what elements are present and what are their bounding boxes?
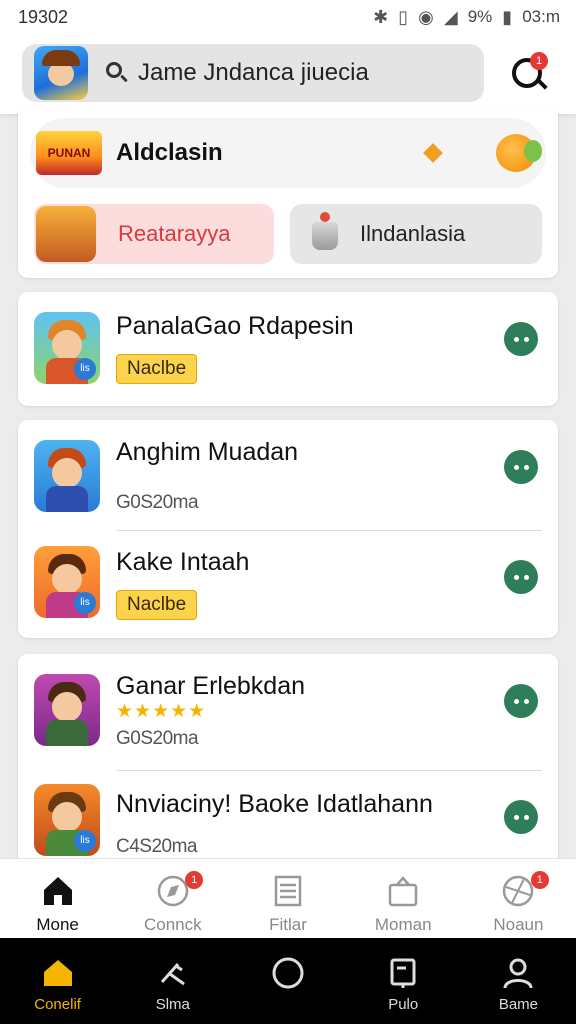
search-icon (106, 62, 128, 84)
wifi-icon: ◉ (418, 6, 434, 27)
game-card: Anghim Muadan G0S20ma lis Kake Intaah Na… (18, 420, 558, 638)
diamond-icon (423, 143, 443, 163)
status-clock: 03:m (522, 7, 560, 26)
search-input[interactable]: Jame Jndanca jiuecia (138, 59, 369, 87)
sys-item-bame[interactable]: Bame (461, 938, 576, 1024)
vibrate-icon: ▯ (398, 6, 409, 27)
search-bar[interactable]: Jame Jndanca jiuecia (22, 44, 484, 102)
nav-item-moman[interactable]: Moman (346, 859, 461, 938)
game-badge: lis (74, 830, 96, 852)
battery-percent: 9% (467, 7, 493, 26)
sys-label: Bame (498, 996, 538, 1013)
more-button[interactable] (504, 450, 538, 484)
promo-banner[interactable]: PUNAN Aldclasin (30, 118, 546, 188)
person-icon (503, 958, 533, 989)
nav-label: Connck (143, 915, 202, 934)
nav-label: Fitlar (269, 915, 307, 934)
game-card: lis PanalaGao Rdapesin Naclbe (18, 292, 558, 406)
game-title: Anghim Muadan (116, 438, 299, 466)
mascot-icon (496, 134, 542, 172)
nav-item-noaun[interactable]: 1 Noaun (461, 859, 576, 938)
category-button-left[interactable]: Reatarayya (34, 204, 274, 264)
signal-icon: ◢ (443, 6, 458, 27)
list-item[interactable]: Ganar Erlebkdan ★★★★★ G0S20ma (18, 654, 558, 772)
list-item[interactable]: Anghim Muadan G0S20ma (18, 420, 558, 538)
promo-card: PUNAN Aldclasin Reatarayya Ilndanlasia (18, 110, 558, 278)
game-icon: lis (34, 546, 100, 618)
nav-label: Moman (374, 915, 432, 934)
circle-icon (272, 957, 304, 989)
list-icon (274, 875, 302, 907)
game-badge: lis (74, 358, 96, 380)
chat-badge: 1 (530, 52, 548, 70)
sys-item-home[interactable]: Conelif (0, 938, 115, 1024)
nav-label: Mone (36, 915, 79, 934)
nav-item-connect[interactable]: 1 Connck (115, 859, 230, 938)
game-subtitle: G0S20ma (116, 728, 199, 749)
game-icon: lis (34, 312, 100, 384)
status-time: 19302 (18, 6, 69, 27)
more-button[interactable] (504, 800, 538, 834)
game-icon (34, 440, 100, 512)
bottom-nav: Mone 1 Connck Fitlar Moman 1 Noaun (0, 858, 576, 938)
status-icons: ✱ ▯ ◉ ◢ 9% ▮ 03:m (373, 7, 560, 28)
category-label: Reatarayya (118, 221, 231, 246)
game-title: Kake Intaah (116, 548, 250, 576)
sys-item-pulo[interactable]: Pulo (346, 938, 461, 1024)
bluetooth-icon: ✱ (373, 6, 389, 27)
more-button[interactable] (504, 560, 538, 594)
game-subtitle: G0S20ma (116, 492, 199, 513)
promo-logo: PUNAN (36, 131, 102, 175)
category-thumbnail (36, 206, 96, 262)
more-button[interactable] (504, 322, 538, 356)
game-icon (34, 674, 100, 746)
nav-badge: 1 (185, 871, 204, 889)
blender-icon (306, 212, 346, 256)
sys-label: Slma (155, 996, 190, 1013)
slash-icon (160, 963, 185, 986)
home-icon (43, 877, 72, 905)
nav-badge: 1 (530, 871, 549, 889)
sys-label: Conelif (34, 996, 81, 1013)
nav-item-filter[interactable]: Fitlar (230, 859, 345, 938)
more-button[interactable] (504, 684, 538, 718)
app-header: Jame Jndanca jiuecia 1 (0, 34, 576, 114)
sys-item-circle[interactable] (230, 938, 345, 1024)
category-button-right[interactable]: Ilndanlasia (290, 204, 542, 264)
game-tag: Naclbe (116, 590, 198, 620)
game-subtitle: C4S20ma (116, 836, 198, 857)
game-tag: Naclbe (116, 354, 198, 384)
nav-label: Noaun (493, 915, 544, 934)
home-icon (43, 960, 72, 986)
game-title: Ganar Erlebkdan (116, 672, 306, 700)
sys-label: Pulo (388, 996, 419, 1013)
file-icon (390, 958, 416, 988)
sys-item-slma[interactable]: Slma (115, 938, 230, 1024)
game-card: Ganar Erlebkdan ★★★★★ G0S20ma lis Nnviac… (18, 654, 558, 864)
bag-icon (388, 876, 418, 907)
battery-icon: ▮ (502, 6, 513, 27)
game-title: Nnviaciny! Baoke Idatlahann (116, 790, 433, 818)
game-icon: lis (34, 784, 100, 856)
rating-stars: ★★★★★ (116, 701, 207, 722)
app-logo[interactable] (34, 46, 88, 100)
chat-button[interactable]: 1 (508, 52, 552, 96)
game-badge: lis (74, 592, 96, 614)
status-bar: 19302 ✱ ▯ ◉ ◢ 9% ▮ 03:m (0, 0, 576, 34)
nav-item-home[interactable]: Mone (0, 859, 115, 938)
list-item[interactable]: lis PanalaGao Rdapesin Naclbe (18, 292, 558, 410)
list-item[interactable]: lis Kake Intaah Naclbe (18, 530, 558, 648)
category-label: Ilndanlasia (360, 221, 466, 246)
promo-title: Aldclasin (116, 139, 223, 166)
system-bar: Conelif Slma Pulo Bame (0, 938, 576, 1024)
game-title: PanalaGao Rdapesin (116, 312, 354, 340)
